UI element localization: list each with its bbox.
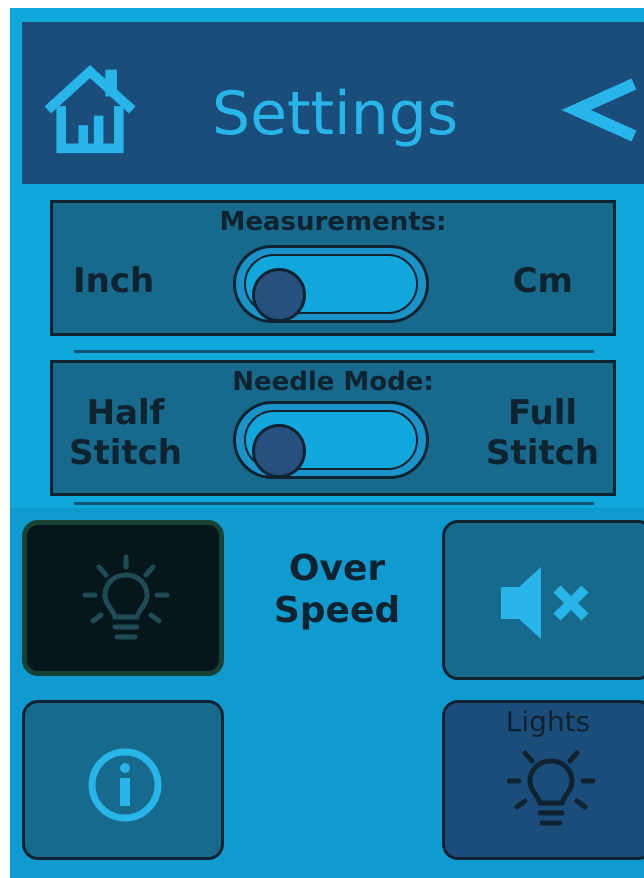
settings-screen: Settings Measurements: Inch Cm Needle Mo… <box>10 8 644 878</box>
measurement-cm-label: Cm <box>512 261 573 301</box>
needle-mode-toggle[interactable] <box>233 401 429 479</box>
measurements-title: Measurements: <box>219 207 447 237</box>
divider <box>74 502 594 505</box>
needle-mode-toggle-knob[interactable] <box>252 424 306 478</box>
lights-label: Lights <box>505 705 591 738</box>
measurements-toggle-knob[interactable] <box>252 268 306 322</box>
page-title: Settings <box>212 79 459 149</box>
info-icon <box>88 748 162 822</box>
lightbulb-icon <box>82 554 170 640</box>
divider <box>74 350 594 353</box>
lights-button[interactable]: Lights <box>442 700 644 860</box>
measurements-toggle[interactable] <box>233 245 429 323</box>
half-stitch-line2: Stitch <box>69 433 183 473</box>
light-button[interactable] <box>22 520 224 676</box>
speaker-mute-icon <box>501 567 589 639</box>
measurement-inch-label: Inch <box>73 261 155 301</box>
home-icon[interactable] <box>42 60 138 156</box>
measurements-panel: Measurements: Inch Cm <box>50 200 616 336</box>
mute-button[interactable] <box>442 520 644 680</box>
needle-mode-panel: Needle Mode: Half Stitch Full Stitch <box>50 360 616 496</box>
over-speed-line1: Over <box>288 548 386 589</box>
lightbulb-icon <box>506 750 596 826</box>
needle-mode-toggle-track <box>244 410 418 478</box>
full-stitch-label: Full Stitch <box>486 393 599 473</box>
chevron-left-icon[interactable] <box>562 70 642 150</box>
over-speed-line2: Speed <box>273 590 401 631</box>
header-bar: Settings <box>22 22 644 184</box>
full-stitch-line1: Full <box>507 393 578 433</box>
info-button[interactable] <box>22 700 224 860</box>
half-stitch-label: Half Stitch <box>69 393 182 473</box>
measurements-toggle-track <box>244 254 418 322</box>
full-stitch-line2: Stitch <box>485 433 599 473</box>
over-speed-label: Over Speed <box>242 548 432 632</box>
half-stitch-line1: Half <box>86 393 165 433</box>
